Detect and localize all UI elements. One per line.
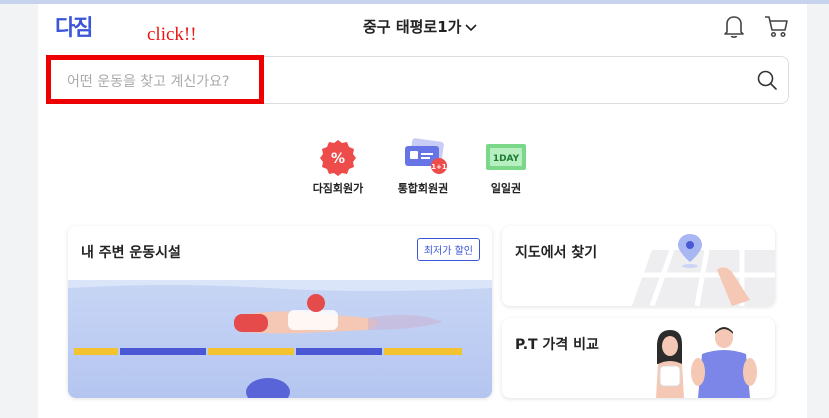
category-label: 다짐회원가 — [312, 182, 364, 195]
chevron-down-icon — [465, 23, 478, 31]
one-day-ticket-icon: 1DAY — [484, 138, 528, 176]
percent-badge-icon: % — [316, 138, 360, 176]
find-on-map-card[interactable]: 지도에서 찾기 — [502, 226, 775, 306]
map-illustration — [632, 234, 775, 306]
search-icon[interactable] — [756, 69, 778, 91]
nearby-facilities-card[interactable]: 내 주변 운동시설 최저가 할인 — [68, 226, 492, 398]
svg-text:%: % — [331, 151, 345, 167]
search-input[interactable] — [65, 69, 729, 95]
app-page: 다짐 중구 태평로1가 click!! % — [38, 4, 807, 418]
trainers-illustration — [656, 327, 757, 398]
swimming-illustration — [68, 280, 492, 398]
search-bar[interactable] — [48, 56, 789, 104]
location-label: 중구 태평로1가 — [363, 18, 462, 36]
category-label: 통합회원권 — [397, 182, 449, 195]
card-title: 내 주변 운동시설 — [81, 245, 181, 261]
card-title: P.T 가격 비교 — [515, 337, 599, 353]
location-selector[interactable]: 중구 태평로1가 — [363, 16, 478, 37]
category-label: 일일권 — [490, 182, 522, 195]
ticket-icon: 1+1 — [401, 138, 447, 176]
bell-icon[interactable] — [722, 13, 746, 39]
cart-icon[interactable] — [763, 13, 789, 39]
logo[interactable]: 다짐 — [55, 10, 94, 42]
category-dajim-member-price[interactable]: % 다짐회원가 — [298, 138, 378, 196]
category-one-day-pass[interactable]: 1DAY 일일권 — [466, 138, 546, 196]
pt-price-compare-card[interactable]: P.T 가격 비교 — [502, 318, 775, 398]
card-title: 지도에서 찾기 — [515, 245, 598, 261]
ticket-badge: 1+1 — [431, 163, 447, 171]
lowest-price-badge[interactable]: 최저가 할인 — [416, 238, 480, 261]
click-annotation: click!! — [147, 24, 197, 45]
one-day-tag: 1DAY — [493, 154, 520, 164]
category-integrated-membership[interactable]: 1+1 통합회원권 — [383, 138, 463, 196]
